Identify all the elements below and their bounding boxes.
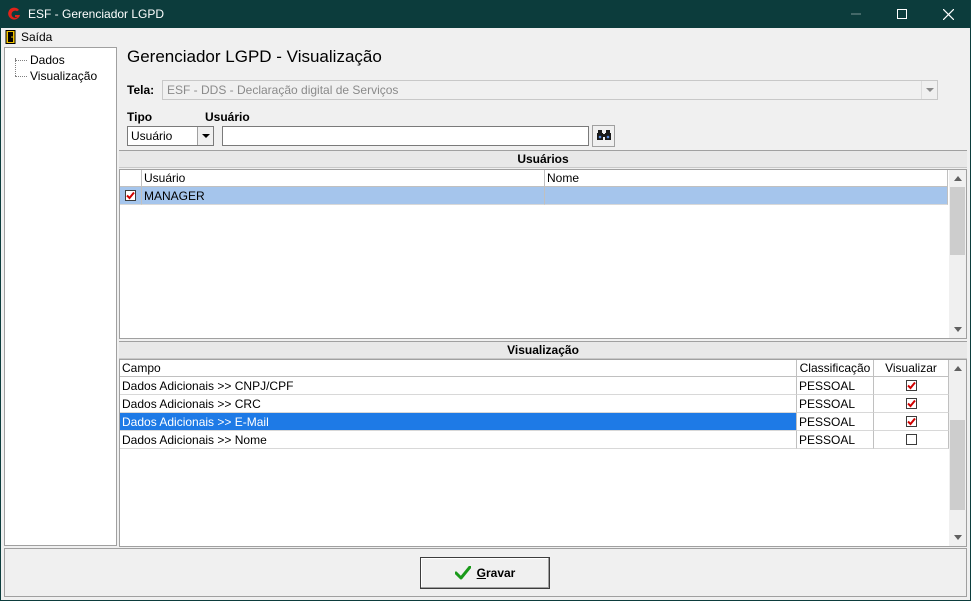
tree-item-visualizacao[interactable]: Visualização [15, 68, 97, 84]
classificacao-cell: PESSOAL [797, 377, 874, 395]
nome-cell [545, 187, 948, 205]
checkbox-checked[interactable] [905, 398, 917, 409]
usuarios-grid: Usuário Nome MANAGER [119, 169, 967, 339]
tela-label: Tela: [127, 83, 155, 97]
scroll-up-icon[interactable] [949, 360, 966, 377]
grid-header-nome[interactable]: Nome [545, 170, 948, 187]
title-bar: ESF - Gerenciador LGPD [0, 0, 971, 28]
visualizar-cell[interactable] [874, 431, 949, 449]
scroll-down-icon[interactable] [949, 321, 966, 338]
navigation-tree: Dados Visualização [4, 47, 117, 546]
tree-item-dados[interactable]: Dados [15, 52, 65, 68]
chevron-down-icon[interactable] [921, 81, 937, 99]
close-button[interactable] [925, 0, 971, 28]
tela-select[interactable]: ESF - DDS - Declaração digital de Serviç… [162, 80, 938, 100]
checkbox-unchecked[interactable] [905, 434, 917, 445]
grid-header-select [120, 170, 142, 187]
usuario-label: Usuário [205, 110, 250, 124]
window-title: ESF - Gerenciador LGPD [28, 7, 165, 21]
gravar-button[interactable]: Gravar [420, 557, 550, 589]
grid-header-classificacao[interactable]: Classificação [797, 360, 874, 377]
campo-cell: Dados Adicionais >> CRC [120, 395, 797, 413]
tipo-label: Tipo [127, 110, 153, 124]
tela-select-value: ESF - DDS - Declaração digital de Serviç… [167, 83, 399, 97]
grid-header-usuario[interactable]: Usuário [142, 170, 545, 187]
visualizacao-panel-header: Visualização [119, 341, 967, 359]
campo-cell: Dados Adicionais >> CNPJ/CPF [120, 377, 797, 395]
grid-header-campo[interactable]: Campo [120, 360, 797, 377]
visualizacao-grid: Campo Classificação Visualizar Dados Adi… [119, 359, 967, 547]
visualizacao-scrollbar[interactable] [949, 360, 966, 546]
minimize-button[interactable] [833, 0, 879, 28]
menu-bar: Saída [1, 28, 970, 46]
campo-cell: Dados Adicionais >> Nome [120, 431, 797, 449]
app-logo-icon [6, 6, 22, 22]
grid-header-visualizar[interactable]: Visualizar [874, 360, 949, 377]
checkbox-checked[interactable] [905, 416, 917, 427]
checkbox-checked[interactable] [125, 190, 136, 201]
tree-branch-line [15, 59, 27, 61]
campo-cell: Dados Adicionais >> E-Mail [120, 413, 797, 431]
visualizar-cell[interactable] [874, 413, 949, 431]
usuarios-scrollbar[interactable] [949, 170, 966, 338]
usuario-cell: MANAGER [142, 187, 545, 205]
classificacao-cell: PESSOAL [797, 413, 874, 431]
usuario-input[interactable] [222, 126, 589, 146]
tree-item-dados-label: Dados [30, 53, 65, 67]
exit-door-icon [5, 30, 17, 44]
scroll-thumb[interactable] [950, 420, 965, 510]
search-user-button[interactable] [592, 125, 615, 147]
scroll-thumb[interactable] [950, 187, 965, 255]
visualizar-cell[interactable] [874, 395, 949, 413]
menu-item-saida-label: Saída [21, 30, 53, 44]
gravar-button-label: ravar [485, 566, 516, 580]
tree-branch-line [15, 75, 27, 77]
scroll-down-icon[interactable] [949, 529, 966, 546]
scroll-up-icon[interactable] [949, 170, 966, 187]
tipo-select-value: Usuário [131, 129, 173, 143]
menu-item-saida[interactable]: Saída [1, 28, 52, 46]
binoculars-icon [596, 128, 612, 145]
check-icon [454, 566, 471, 580]
classificacao-cell: PESSOAL [797, 431, 874, 449]
chevron-down-icon[interactable] [197, 127, 213, 145]
tipo-select[interactable]: Usuário [127, 126, 214, 146]
checkbox-checked[interactable] [905, 380, 917, 391]
tree-item-visualizacao-label: Visualização [30, 69, 98, 83]
page-title: Gerenciador LGPD - Visualização [127, 47, 382, 66]
row-checkbox-cell[interactable] [120, 187, 142, 205]
classificacao-cell: PESSOAL [797, 395, 874, 413]
maximize-button[interactable] [879, 0, 925, 28]
visualizar-cell[interactable] [874, 377, 949, 395]
gravar-button-accesskey: G [476, 566, 486, 580]
usuarios-panel-header: Usuários [119, 150, 967, 168]
